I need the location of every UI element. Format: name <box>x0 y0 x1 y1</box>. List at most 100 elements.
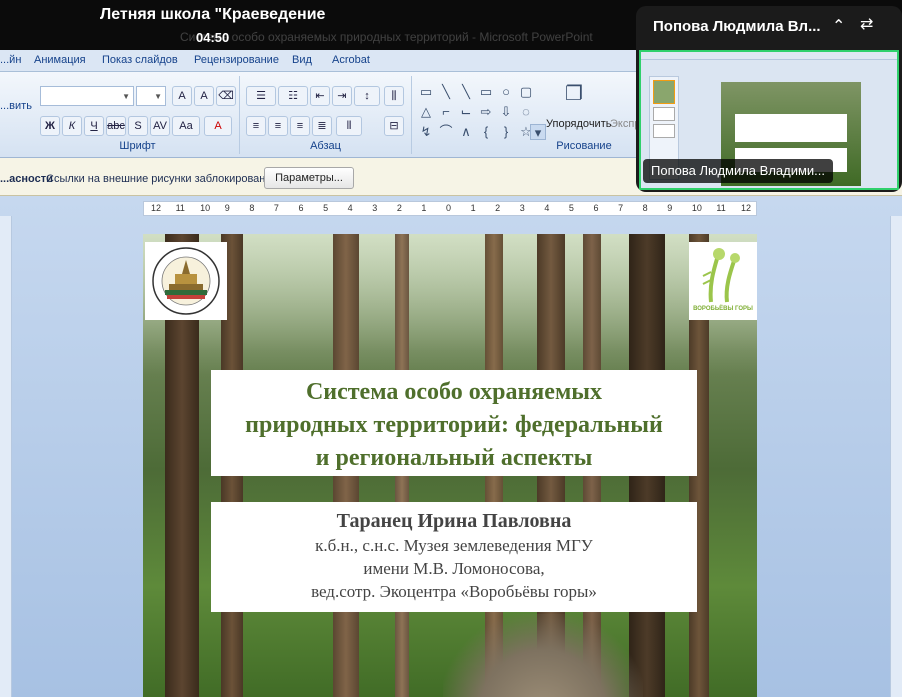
ruler-tick-label: 8 <box>642 203 648 213</box>
ruler-tick-label: 9 <box>224 203 230 213</box>
line-spacing-icon[interactable]: ↕ <box>354 86 380 106</box>
rounded-rect-icon[interactable]: ▢ <box>518 84 534 100</box>
author-affiliation-line: вед.сотр. Экоцентра «Воробьёвы горы» <box>311 582 597 601</box>
insert-label-cut[interactable]: ...вить <box>0 100 32 112</box>
change-case-icon[interactable]: Aa <box>172 116 200 136</box>
ruler-tick-label: 1 <box>421 203 427 213</box>
ruler-tick-label: 10 <box>691 203 702 213</box>
ruler-tick-label: 3 <box>372 203 378 213</box>
ruler-tick-label: 12 <box>151 203 162 213</box>
text-direction-icon[interactable]: ⫼ <box>384 86 404 106</box>
swap-view-icon[interactable]: ⇄ <box>860 14 873 34</box>
meeting-title: Летняя школа "Краеведение <box>100 6 326 23</box>
underline-icon[interactable]: Ч <box>84 116 104 136</box>
ruler-tick-label: 4 <box>347 203 353 213</box>
rectangle-icon[interactable]: ▭ <box>478 84 494 100</box>
security-message: Ссылки на внешние рисунки заблокированы <box>46 173 274 185</box>
curve-icon[interactable]: ∧ <box>458 124 474 140</box>
mini-ribbon <box>641 52 897 60</box>
horizontal-ruler: 12 11 10 9 8 7 6 5 4 3 2 1 0 1 2 3 4 5 6 7 8 9 10 11 12 <box>143 201 757 216</box>
slides-pane-edge[interactable] <box>0 216 12 697</box>
ruler-tick-label: 7 <box>273 203 279 213</box>
increase-indent-icon[interactable]: ⇥ <box>332 86 352 106</box>
brace-left-icon[interactable]: { <box>478 124 494 140</box>
shrink-font-icon[interactable]: A <box>194 86 214 106</box>
tab-view[interactable]: Вид <box>292 54 312 66</box>
line-icon[interactable]: ╲ <box>458 84 474 100</box>
chevron-up-icon[interactable]: ⌃ <box>832 16 845 36</box>
slide-title-box[interactable]: Система особо охраняемых природных терри… <box>211 370 697 476</box>
elbow-connector-icon[interactable]: ⌐ <box>438 104 454 120</box>
align-left-icon[interactable]: ≡ <box>246 116 266 136</box>
tab-review[interactable]: Рецензирование <box>194 54 279 66</box>
arrow-right-icon[interactable]: ⇨ <box>478 104 494 120</box>
meeting-timer: 04:50 <box>196 30 230 45</box>
font-size-combo[interactable]: ▼ <box>136 86 166 106</box>
numbering-icon[interactable]: ☷ <box>278 86 308 106</box>
ruler-tick-label: 9 <box>667 203 673 213</box>
arc-icon[interactable]: ⌒ <box>438 124 454 140</box>
participant-name-label: Попова Людмила Владими... <box>643 159 834 183</box>
paragraph-group: ☰ ☷ ⇤ ⇥ ↕ ⫼ ≡ ≡ ≡ ≣ ⫴ ⊟ Абзац <box>240 76 412 154</box>
participant-video-tile[interactable]: Попова Людмила Вл... ⌃ ⇄ Попова Людмила … <box>636 6 902 192</box>
ruler-tick-label: 2 <box>396 203 402 213</box>
options-button[interactable]: Параметры... <box>264 167 354 189</box>
drawing-group-label: Рисование <box>556 140 612 152</box>
font-color-icon[interactable]: A <box>204 116 232 136</box>
tab-slideshow[interactable]: Показ слайдов <box>102 54 178 66</box>
chevron-down-icon: ▼ <box>122 92 130 101</box>
tab-design[interactable]: ...йн <box>0 54 21 66</box>
align-center-icon[interactable]: ≡ <box>268 116 288 136</box>
tab-animation[interactable]: Анимация <box>34 54 86 66</box>
triangle-icon[interactable]: △ <box>418 104 434 120</box>
vorobyovy-gory-logo: ВОРОБЬЁВЫ ГОРЫ <box>689 242 757 320</box>
museum-logo <box>145 242 227 320</box>
arrange-button[interactable]: Упорядочить <box>546 118 611 130</box>
ruler-tick-label: 11 <box>716 203 726 213</box>
slide-title-line: природных территорий: федеральный <box>245 412 663 438</box>
freeform-icon[interactable]: ↯ <box>418 124 434 140</box>
drawing-group: ▭ ╲ ╲ ▭ ○ ▢ △ ⌐ ⌙ ⇨ ⇩ ◌ ↯ ⌒ ∧ { } ☆ ▾ ❐ … <box>412 76 650 154</box>
strikethrough-icon[interactable]: abc <box>106 116 126 136</box>
justify-icon[interactable]: ≣ <box>312 116 332 136</box>
align-right-icon[interactable]: ≡ <box>290 116 310 136</box>
oval-icon[interactable]: ○ <box>498 84 514 100</box>
clear-format-icon[interactable]: ⌫ <box>216 86 236 106</box>
shapes-more-icon[interactable]: ▾ <box>530 124 546 140</box>
brace-right-icon[interactable]: } <box>498 124 514 140</box>
ruler-tick-label: 8 <box>249 203 255 213</box>
grow-font-icon[interactable]: A <box>172 86 192 106</box>
forest-path <box>443 614 643 697</box>
shadow-icon[interactable]: S <box>128 116 148 136</box>
ruler-tick-label: 0 <box>446 203 452 213</box>
slide-author-box[interactable]: Таранец Ирина Павловна к.б.н., с.н.с. Му… <box>211 502 697 612</box>
arrow-down-icon[interactable]: ⇩ <box>498 104 514 120</box>
line-icon[interactable]: ╲ <box>438 84 454 100</box>
ecocenter-logo-icon <box>702 248 740 303</box>
ruler-tick-label: 6 <box>593 203 599 213</box>
vertical-scrollbar[interactable] <box>890 216 902 697</box>
bold-icon[interactable]: Ж <box>40 116 60 136</box>
ruler-tick-label: 1 <box>470 203 476 213</box>
ruler-tick-label: 2 <box>495 203 501 213</box>
ruler-tick-label: 12 <box>741 203 752 213</box>
ruler-tick-label: 6 <box>298 203 304 213</box>
spacing-icon[interactable]: AV <box>150 116 170 136</box>
connector-icon[interactable]: ⌙ <box>458 104 474 120</box>
slide-title-line: и региональный аспекты <box>315 445 593 471</box>
bullets-icon[interactable]: ☰ <box>246 86 276 106</box>
textbox-icon[interactable]: ▭ <box>418 84 434 100</box>
tab-acrobat[interactable]: Acrobat <box>332 54 370 66</box>
italic-icon[interactable]: К <box>62 116 82 136</box>
paragraph-group-label: Абзац <box>310 140 341 152</box>
ruler-tick-label: 4 <box>544 203 550 213</box>
decrease-indent-icon[interactable]: ⇤ <box>310 86 330 106</box>
columns-icon[interactable]: ⫴ <box>336 116 362 136</box>
slide-title-line: Система особо охраняемых <box>305 379 603 405</box>
callout-icon[interactable]: ◌ <box>518 104 534 120</box>
align-text-icon[interactable]: ⊟ <box>384 116 404 136</box>
arrange-icon[interactable]: ❐ <box>562 84 586 110</box>
slide-canvas[interactable]: ВОРОБЬЁВЫ ГОРЫ Система особо охраняемых … <box>143 234 757 697</box>
font-group-label: Шрифт <box>119 140 156 152</box>
font-name-combo[interactable]: ▼ <box>40 86 134 106</box>
